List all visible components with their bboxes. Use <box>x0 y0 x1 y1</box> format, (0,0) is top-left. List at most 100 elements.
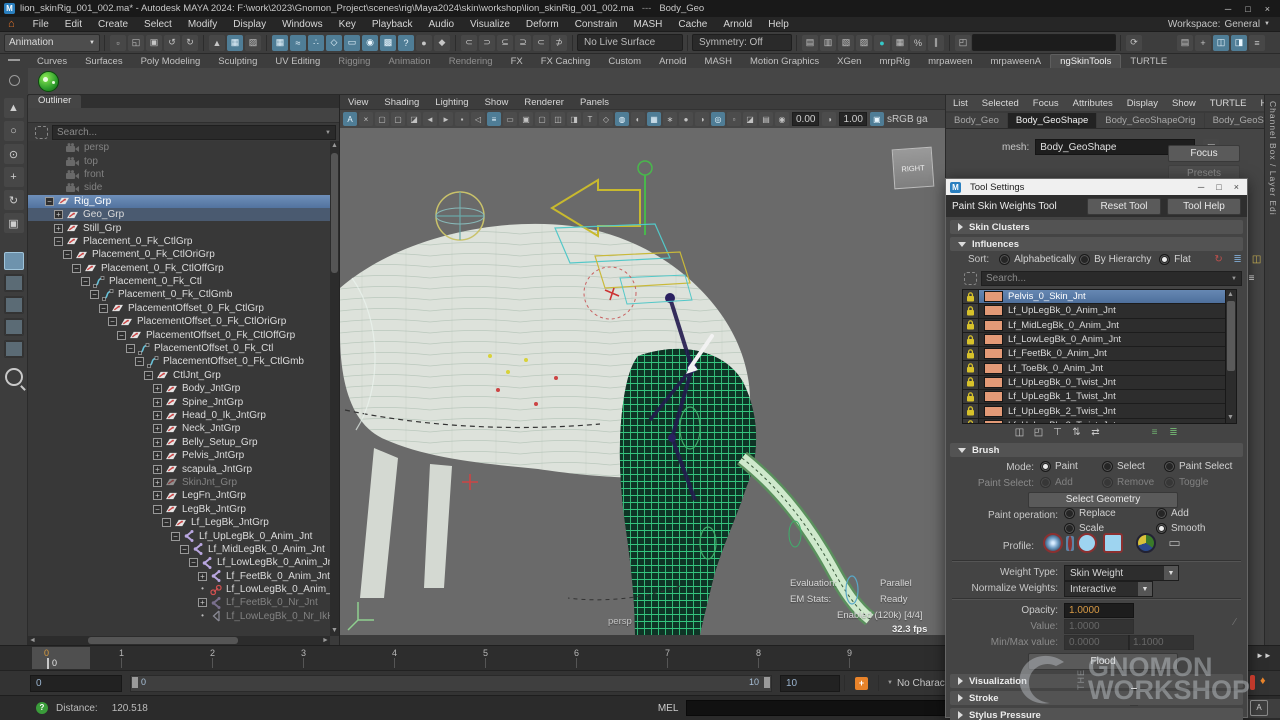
character-person-icon[interactable]: ♦ <box>1260 675 1266 687</box>
current-frame-block[interactable]: 0 0 <box>32 647 90 669</box>
shelf-gear-icon[interactable] <box>9 75 20 86</box>
focus-button[interactable]: Focus <box>1168 145 1240 162</box>
lock-icon[interactable] <box>963 319 979 332</box>
outliner-item-lf-lowlegbk-0-nr-ikhandle[interactable]: •Lf_LowLegBk_0_Nr_IkHandle <box>28 610 330 623</box>
snap-mm-icon[interactable]: ▩ <box>380 35 396 51</box>
viewport-menu-panels[interactable]: Panels <box>572 97 617 108</box>
menu-select[interactable]: Select <box>136 19 180 30</box>
collapse-icon[interactable]: − <box>162 518 171 527</box>
symmetry-field[interactable]: Symmetry: Off <box>692 34 792 51</box>
scroll-down-icon[interactable]: ▼ <box>1226 413 1235 423</box>
ae-menu-turtle[interactable]: TURTLE <box>1203 98 1254 109</box>
viewport-toolbar-icon-12[interactable]: ▢ <box>535 112 549 126</box>
pin-columns-icon[interactable]: ◫ <box>1249 253 1264 266</box>
menu-playback[interactable]: Playback <box>364 19 421 30</box>
viewport-toolbar-icon-14[interactable]: ◨ <box>567 112 581 126</box>
layout-two-pane-button[interactable] <box>4 296 24 314</box>
viewport-toolbar-icon-3[interactable]: ▢ <box>391 112 405 126</box>
construction-c4-icon[interactable]: ⊇ <box>515 35 531 51</box>
colorspace-label[interactable]: sRGB ga <box>887 114 928 125</box>
lock-icon[interactable] <box>963 347 979 360</box>
value-ramp-icon[interactable]: ∕ <box>1234 617 1236 628</box>
menu-deform[interactable]: Deform <box>518 19 567 30</box>
mode-option-paint-select[interactable]: Paint Select <box>1164 461 1244 472</box>
minimize-window-icon[interactable]: ─ <box>1225 4 1231 14</box>
viewport-toolbar-icon-19[interactable]: ▦ <box>647 112 661 126</box>
viewport-toolbar-icon-0[interactable]: A <box>343 112 357 126</box>
outliner-item-scapula-jntgrp[interactable]: +scapula_JntGrp <box>28 462 330 475</box>
paint-op-add[interactable]: Add <box>1156 508 1189 519</box>
highlight-affected-icon[interactable]: ◆ <box>434 35 450 51</box>
sort-option-flat[interactable]: Flat <box>1159 254 1209 265</box>
ae-menu-attributes[interactable]: Attributes <box>1066 98 1120 109</box>
shelf-tab-surfaces[interactable]: Surfaces <box>76 55 132 68</box>
construction-c2-icon[interactable]: ⊃ <box>479 35 495 51</box>
new-scene-icon[interactable]: ▫ <box>110 35 126 51</box>
shelf-tab-motion-graphics[interactable]: Motion Graphics <box>741 55 828 68</box>
influence-item-pelvis-0-skin-jnt[interactable]: Pelvis_0_Skin_Jnt <box>963 290 1229 304</box>
paint-select-option-remove[interactable]: Remove <box>1102 477 1164 488</box>
animation-end-field[interactable]: 10 <box>780 675 840 692</box>
outliner-item-geo-grp[interactable]: +Geo_Grp <box>28 208 330 221</box>
outliner-item-skinjnt-grp[interactable]: +SkinJnt_Grp <box>28 476 330 489</box>
profile-soft-selected[interactable] <box>1066 536 1074 551</box>
paint-select-option-toggle[interactable]: Toggle <box>1164 477 1226 488</box>
viewport-toolbar-icon-21[interactable]: ● <box>679 112 693 126</box>
viewport-toolbar-icon-22[interactable]: ◑ <box>695 112 709 126</box>
expand-icon[interactable]: + <box>153 398 162 407</box>
expand-icon[interactable]: + <box>54 210 63 219</box>
menu-file[interactable]: File <box>25 19 57 30</box>
paint-select-tool-icon[interactable]: ⊙ <box>4 144 24 164</box>
influence-item-lf-uplegbk-0-anim-jnt[interactable]: Lf_UpLegBk_0_Anim_Jnt <box>963 304 1229 318</box>
magnifier-icon[interactable] <box>5 368 23 386</box>
expand-icon[interactable]: + <box>54 224 63 233</box>
menu-windows[interactable]: Windows <box>274 19 331 30</box>
outliner-item-legfn-jntgrp[interactable]: +LegFn_JntGrp <box>28 489 330 502</box>
menu-mash[interactable]: MASH <box>626 19 671 30</box>
auto-key-icon[interactable] <box>1250 675 1255 690</box>
menu-display[interactable]: Display <box>225 19 274 30</box>
panel-pane-icon[interactable]: ◫ <box>1213 35 1229 51</box>
scroll-up-icon[interactable]: ▲ <box>1226 290 1235 300</box>
viewport-toolbar-icon-15[interactable]: T <box>583 112 597 126</box>
influence-item-lf-feetbk-0-anim-jnt[interactable]: Lf_FeetBk_0_Anim_Jnt <box>963 347 1229 361</box>
minimize-window-icon[interactable]: ─ <box>1198 182 1204 192</box>
shelf-tab-custom[interactable]: Custom <box>599 55 650 68</box>
select-component-icon[interactable]: ▨ <box>245 35 261 51</box>
render-view-icon[interactable]: ▤ <box>802 35 818 51</box>
viewport-menu-lighting[interactable]: Lighting <box>427 97 476 108</box>
section-brush[interactable]: Brush <box>950 443 1243 457</box>
outliner-item-ctljnt-grp[interactable]: −CtlJnt_Grp <box>28 369 330 382</box>
shelf-tab-rendering[interactable]: Rendering <box>440 55 502 68</box>
paste-weights-icon[interactable]: ◰ <box>1031 426 1046 439</box>
close-icon[interactable]: × <box>1234 182 1239 192</box>
expand-icon[interactable]: + <box>153 411 162 420</box>
outliner-item-legbk-jntgrp[interactable]: −LegBk_JntGrp <box>28 503 330 516</box>
lock-icon[interactable] <box>963 333 979 346</box>
construction-c6-icon[interactable]: ⊅ <box>551 35 567 51</box>
shelf-tab-poly-modeling[interactable]: Poly Modeling <box>132 55 210 68</box>
menu-constrain[interactable]: Constrain <box>567 19 626 30</box>
exposure-value[interactable]: 0.00 <box>792 112 819 126</box>
move-weights-icon[interactable]: ⇅ <box>1069 426 1084 439</box>
workspace-selector[interactable]: Workspace: General ▼ <box>1168 19 1280 30</box>
animation-start-field[interactable]: 0 <box>30 675 122 692</box>
viewport-toolbar-icon-6[interactable]: ► <box>439 112 453 126</box>
lock-icon[interactable] <box>963 404 979 417</box>
current-frame-marker[interactable] <box>47 658 49 669</box>
viewport-toolbar-icon-25[interactable]: ◪ <box>743 112 757 126</box>
shelf-tab-rigging[interactable]: Rigging <box>329 55 379 68</box>
outliner-item-placement-0-fk-ctloffgrp[interactable]: −Placement_0_Fk_CtlOffGrp <box>28 262 330 275</box>
influence-color-swatch[interactable] <box>984 363 1003 374</box>
shelf-tab-ngskintools[interactable]: ngSkinTools <box>1050 54 1121 68</box>
shelf-tab-fx[interactable]: FX <box>502 55 532 68</box>
open-scene-icon[interactable]: ◱ <box>128 35 144 51</box>
section-visualization[interactable]: Visualization <box>950 674 1243 688</box>
influence-color-swatch[interactable] <box>984 348 1003 359</box>
viewport-toolbar-icon-13[interactable]: ◫ <box>551 112 565 126</box>
scale-tool-icon[interactable]: ▣ <box>4 213 24 233</box>
menu-audio[interactable]: Audio <box>420 19 462 30</box>
lasso-tool-icon[interactable]: ○ <box>4 121 24 141</box>
mode-option-paint[interactable]: Paint <box>1040 461 1102 472</box>
lock-icon[interactable] <box>963 419 979 424</box>
